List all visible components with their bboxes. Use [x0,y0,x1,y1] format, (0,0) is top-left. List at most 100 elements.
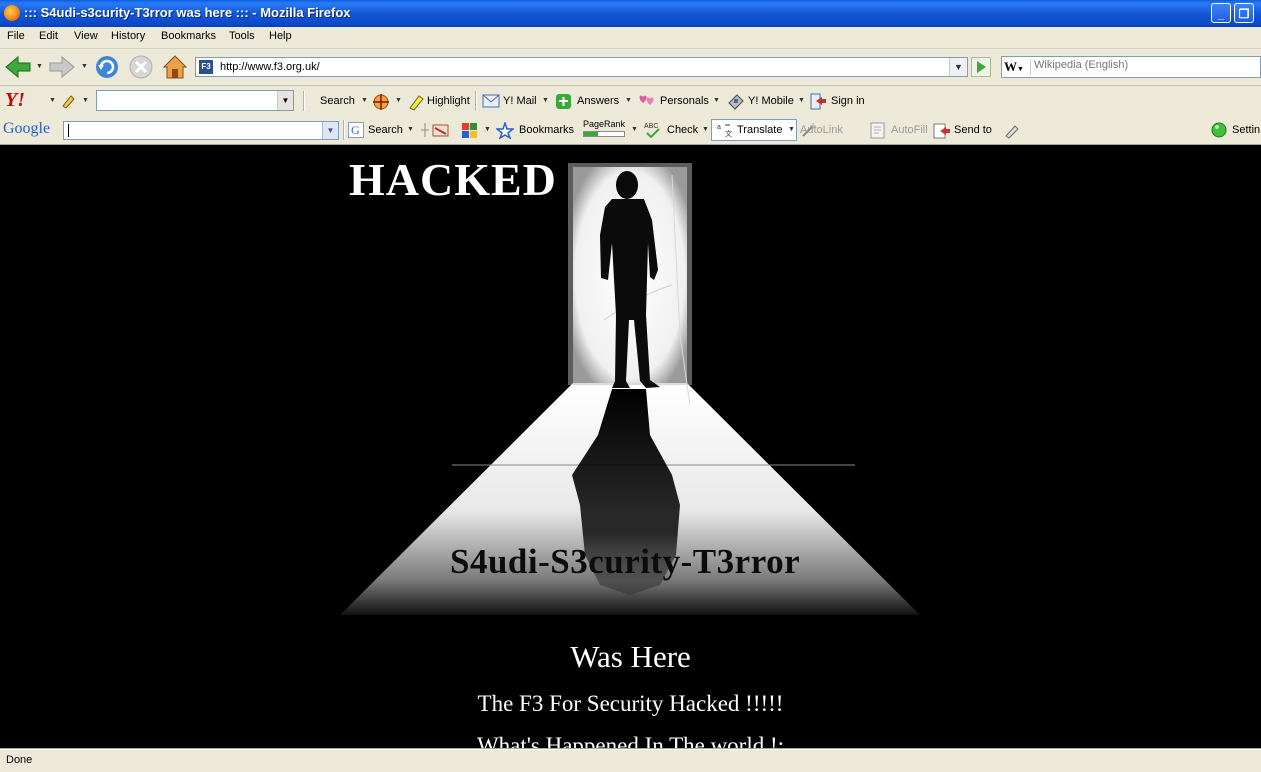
reload-icon[interactable] [94,54,120,80]
pagerank-dropdown-icon[interactable]: ▼ [631,126,638,133]
google-search-input[interactable]: ▼ [63,121,339,140]
site-favicon: F3 [199,60,213,74]
pagerank-label: PageRank [583,119,626,129]
home-icon[interactable] [162,54,188,80]
toolbar-separator [343,120,345,140]
answers-dropdown-icon[interactable]: ▼ [625,97,632,104]
url-text[interactable]: http://www.f3.org.uk/ [220,61,320,73]
google-logo[interactable]: Google [3,120,50,138]
message-line-1: The F3 For Security Hacked !!!!! [477,691,784,716]
google-apps-dropdown-icon[interactable]: ▼ [484,126,491,133]
google-input-dropdown-icon[interactable]: ▼ [322,122,338,139]
answers-icon [556,94,571,109]
yahoo-logo[interactable]: Y! [5,89,25,112]
search-input[interactable] [1034,59,1248,71]
svg-text:文: 文 [725,129,732,138]
text-caret [68,124,69,137]
search-bar[interactable]: W▼ [1001,56,1261,78]
highlight-button[interactable]: Highlight [427,95,470,107]
go-icon[interactable] [971,57,991,77]
settings-button[interactable]: Settin [1232,124,1260,136]
was-here-text: Was Here [570,639,691,674]
group-name-heading: S4udi-S3curity-T3rror [450,542,801,581]
autofill-button[interactable]: AutoFill [891,124,928,136]
personals-dropdown-icon[interactable]: ▼ [713,97,720,104]
window-title: ::: S4udi-s3curity-T3rror was here ::: -… [24,5,351,20]
mail-icon [482,94,500,108]
menu-tools[interactable]: Tools [229,30,255,42]
check-button[interactable]: Check [667,124,698,136]
sign-in-icon [810,93,826,110]
google-bookmarks-button[interactable]: Bookmarks [519,124,574,136]
bookmarks-star-icon [496,122,514,139]
menu-help[interactable]: Help [269,30,292,42]
google-apps-icon[interactable] [461,122,478,138]
translate-dropdown-icon[interactable]: ▼ [788,126,795,133]
personals-button[interactable]: Personals [660,95,709,107]
google-search-dropdown-icon[interactable]: ▼ [407,126,414,133]
translate-button[interactable]: a 文 Translate ▼ [711,119,797,141]
svg-text:G: G [351,123,360,137]
forward-icon[interactable] [48,55,76,79]
translate-icon: a 文 [717,124,732,138]
yahoo-search-dropdown-icon[interactable]: ▼ [361,97,368,104]
url-dropdown-icon[interactable]: ▼ [949,58,967,76]
check-dropdown-icon[interactable]: ▼ [702,126,709,133]
wikipedia-engine-icon[interactable]: W▼ [1004,59,1031,75]
stop-icon[interactable] [128,54,154,80]
toolbar-separator [303,91,305,111]
ymobile-dropdown-icon[interactable]: ▼ [798,97,805,104]
google-search-button[interactable]: Search [368,124,403,136]
autofill-icon [870,122,885,139]
google-search-icon: G [348,122,364,138]
pencil-dropdown-icon[interactable]: ▼ [82,97,89,104]
pagerank-meter-icon [583,131,625,137]
spellcheck-icon: ABC [644,123,660,139]
pencil-icon[interactable] [60,93,76,109]
send-to-icon [933,123,950,139]
ymail-button[interactable]: Y! Mail [503,95,537,107]
back-dropdown-icon[interactable]: ▼ [36,63,43,70]
yahoo-search-button[interactable]: Search [320,95,355,107]
menu-file[interactable]: File [7,30,25,42]
popup-blocker-icon[interactable] [432,122,450,138]
ymobile-button[interactable]: Y! Mobile [748,95,794,107]
highlight-icon [409,95,424,111]
translate-label: Translate [737,124,783,136]
menu-bar: File Edit View History Bookmarks Tools H… [0,27,1261,49]
menu-history[interactable]: History [111,30,145,42]
page-content: HACKED S4udi-S3curity-T3rror Was Here Th… [0,145,1261,749]
window-title-bar[interactable]: ::: S4udi-s3curity-T3rror was here ::: -… [0,0,1261,27]
status-bar: Done [0,749,1261,772]
sign-in-button[interactable]: Sign in [831,95,865,107]
personals-icon [639,95,654,105]
autolink-wand-icon [802,123,816,137]
grip-icon[interactable] [419,122,431,138]
crosshair-icon[interactable] [372,93,390,111]
hacked-headline: HACKED [349,154,557,205]
forward-dropdown-icon[interactable]: ▼ [81,63,88,70]
svg-text:a: a [717,124,721,131]
mobile-icon [728,94,744,110]
message-line-2: What's Happened In The world !: [476,733,785,749]
settings-status-icon [1211,122,1227,138]
toolbar-separator [475,91,477,111]
send-to-button[interactable]: Send to [954,124,992,136]
yahoo-search-input[interactable]: ▼ [96,90,294,111]
ymail-dropdown-icon[interactable]: ▼ [542,97,549,104]
answers-button[interactable]: Answers [577,95,619,107]
back-icon[interactable] [4,55,32,79]
yahoo-input-dropdown-icon[interactable]: ▼ [277,91,293,110]
svg-text:ABC: ABC [644,123,658,130]
minimize-button[interactable]: _ [1211,3,1231,23]
highlighter-icon[interactable] [1003,122,1021,139]
yahoo-logo-dropdown-icon[interactable]: ▼ [49,97,56,104]
restore-button[interactable]: ❐ [1234,3,1254,23]
crosshair-dropdown-icon[interactable]: ▼ [395,97,402,104]
menu-bookmarks[interactable]: Bookmarks [161,30,216,42]
menu-view[interactable]: View [74,30,98,42]
firefox-icon [4,5,20,21]
menu-edit[interactable]: Edit [39,30,58,42]
status-text: Done [6,754,33,766]
url-bar[interactable]: F3 http://www.f3.org.uk/ ▼ [195,57,968,77]
